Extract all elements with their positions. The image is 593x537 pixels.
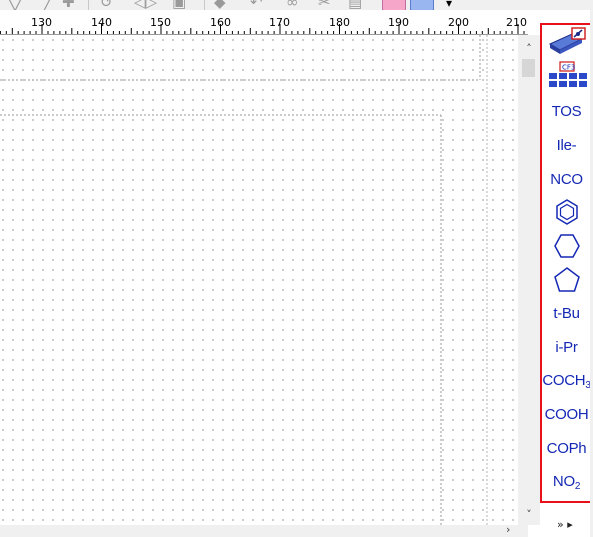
top-toolbar: ╲╱ ╱ ✚ ↺ ◁▷ ▣ ◆ ↶ ∞ ✂ ▤ ▾ [0,0,593,10]
palette-label: COCH3 [542,371,591,391]
palette-label: Ile- [556,136,577,154]
scroll-down-icon[interactable]: ˅ [518,507,540,523]
ipr-group-button[interactable]: i-Pr [542,331,591,363]
toolbar-separator [204,0,205,10]
tos-group-button[interactable]: TOS [542,95,591,127]
coph-group-button[interactable]: COPh [542,432,591,464]
ruler-label: 180 [329,16,350,29]
pen-tool-icon[interactable]: ╱ [44,0,53,10]
page-boundary-guides [0,35,488,525]
palette-expand-icon[interactable]: » ▸ [557,518,573,531]
palette-label: t-Bu [553,304,580,322]
group-tool-icon[interactable]: ▣ [172,0,186,10]
draw-tool-icon[interactable]: ╲╱ [6,0,24,10]
no2-group-button[interactable]: NO2 [542,466,591,498]
horizontal-scrollbar[interactable]: › [0,523,528,537]
ruler-label: 190 [388,16,409,29]
blue-tool-button[interactable] [410,0,434,10]
clipboard-icon[interactable]: ▤ [348,0,362,10]
ruler-label: 200 [448,16,469,29]
undo-arrow-icon[interactable]: ↶ [250,0,263,10]
cooh-group-button[interactable]: COOH [542,398,591,430]
benzene-ring-icon[interactable] [542,196,591,228]
ruler-label: 210 [506,16,527,29]
coch3-group-button[interactable]: COCH3 [542,365,591,397]
tbu-group-button[interactable]: t-Bu [542,297,591,329]
palette-label-main: NO [552,472,575,490]
cyclopentane-ring-icon[interactable] [542,264,591,296]
palette-label: COOH [544,405,589,423]
toolbar-overflow-icon[interactable]: ▾ [446,0,452,10]
ruler-label: 140 [91,16,112,29]
drawing-canvas[interactable] [0,35,516,525]
toolbar-separator [88,0,89,10]
rotate-tool-icon[interactable]: ↺ [100,0,113,10]
palette-label-subscript: 2 [574,480,581,492]
scroll-up-icon[interactable]: ˄ [518,41,540,57]
ruler-label: 130 [31,16,52,29]
cyclohexane-ring-icon[interactable] [542,230,591,262]
template-tool-icon[interactable] [542,25,591,57]
palette-label: TOS [551,102,582,120]
scissors-icon[interactable]: ✂ [318,0,331,10]
chemistry-group-palette: CF3 TOS Ile- NCO t-Bu i-Pr COCH3 COOH CO… [540,23,593,503]
ruler-label: 150 [150,16,171,29]
template-grid-icon[interactable]: CF3 [542,59,591,91]
horizontal-ruler: 130 140 150 160 170 180 190 200 210 [0,10,528,35]
scroll-right-icon[interactable]: › [506,523,510,536]
palette-label: COPh [546,439,587,457]
palette-label: NCO [550,170,583,188]
lasso-tool-icon[interactable]: ∞ [286,0,299,10]
flip-tool-icon[interactable]: ◁▷ [134,0,157,10]
eraser-tool-icon[interactable]: ◆ [214,0,226,10]
ile-group-button[interactable]: Ile- [542,129,591,161]
nco-group-button[interactable]: NCO [542,163,591,195]
palette-label-main: COCH [542,371,586,389]
palette-label: i-Pr [555,338,578,356]
pink-tool-button[interactable] [382,0,406,10]
svg-text:CF3: CF3 [562,64,575,72]
plus-tool-icon[interactable]: ✚ [62,0,75,10]
palette-label: NO2 [553,473,580,492]
scroll-thumb[interactable] [522,59,535,77]
ruler-label: 160 [210,16,231,29]
vertical-scrollbar[interactable]: ˄ ˅ [518,35,540,525]
ruler-label: 170 [269,16,290,29]
